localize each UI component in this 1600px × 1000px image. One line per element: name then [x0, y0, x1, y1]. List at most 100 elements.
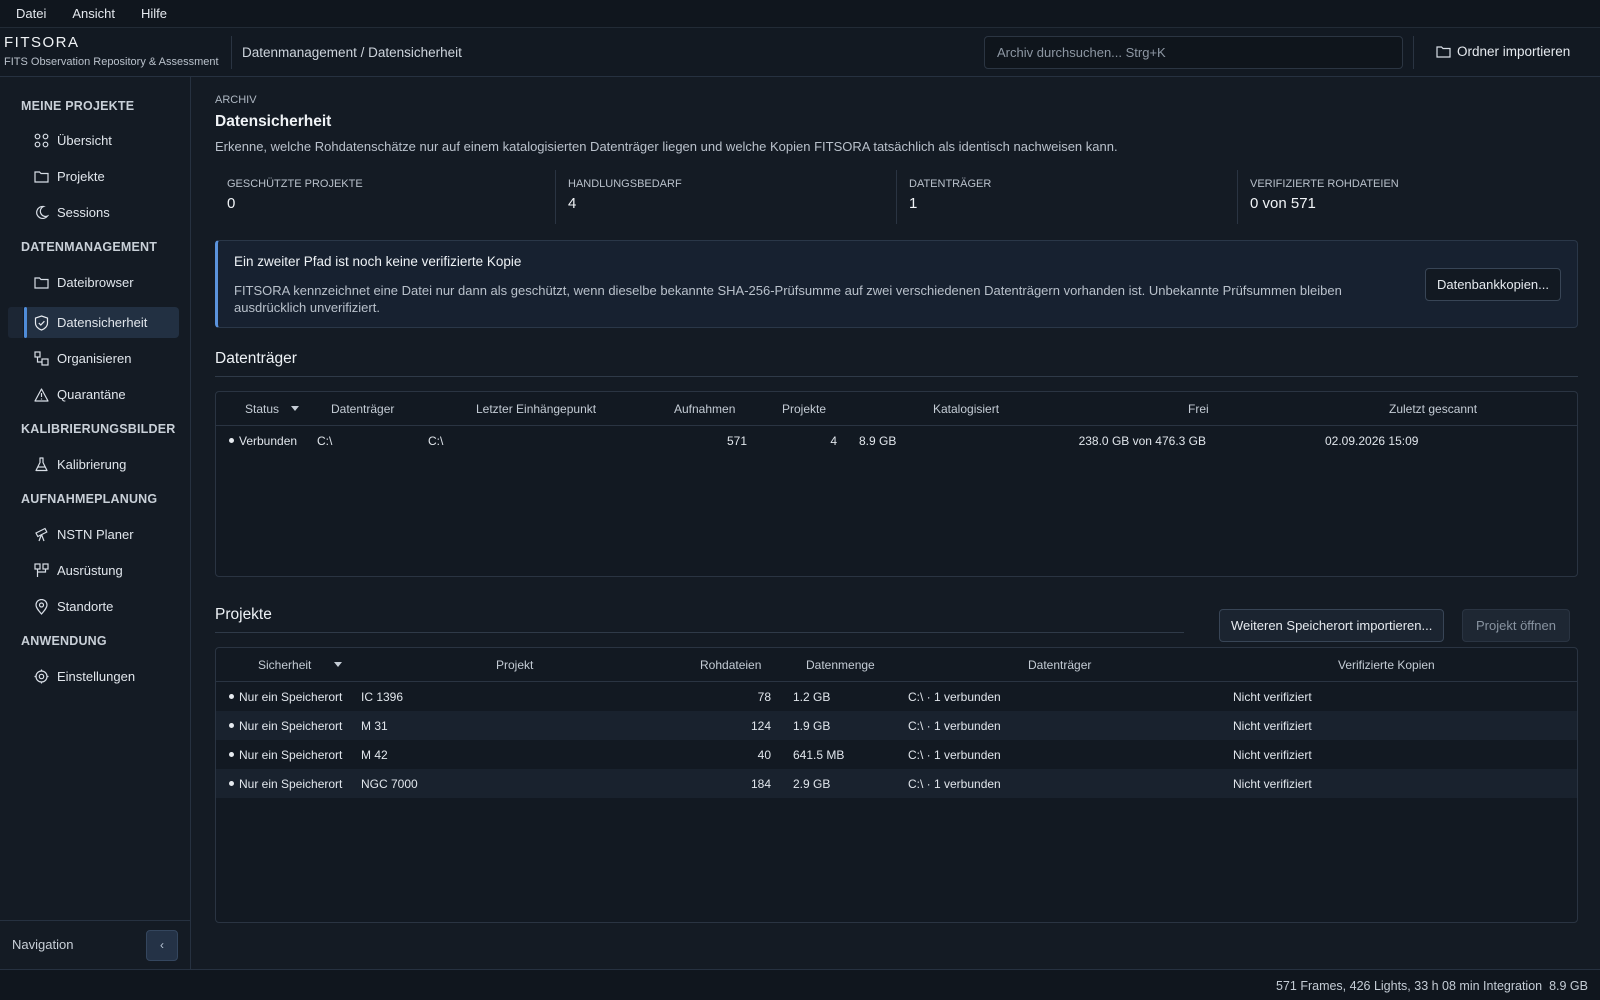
- col-verified-copies[interactable]: Verifizierte Kopien: [1338, 658, 1435, 672]
- section-divider: [215, 376, 1578, 377]
- database-copies-button[interactable]: Datenbankkopien...: [1424, 268, 1561, 301]
- col-captures[interactable]: Aufnahmen: [674, 402, 735, 416]
- warning-icon: [34, 387, 49, 402]
- col-mount[interactable]: Letzter Einhängepunkt: [476, 402, 596, 416]
- status-dot-icon: [229, 694, 234, 699]
- table-row[interactable]: Nur ein Speicherort IC 1396 78 1.2 GB C:…: [216, 682, 1577, 711]
- col-volume[interactable]: Datenträger: [331, 402, 394, 416]
- projects-table-header: Sicherheit Projekt Rohdateien Datenmenge…: [216, 648, 1577, 682]
- equipment-icon: [34, 563, 49, 577]
- folder-icon: [34, 171, 49, 183]
- header-divider: [1413, 36, 1414, 69]
- stat-label: Geschützte Projekte: [227, 178, 363, 190]
- sidebar-item-nstn-planer[interactable]: NSTN Planer: [24, 519, 179, 550]
- cell-verified: Nicht verifiziert: [1233, 690, 1312, 704]
- notice-text: FITSORA kennzeichnet eine Datei nur dann…: [234, 283, 1342, 315]
- active-indicator-bg: [8, 307, 23, 338]
- cell-volumes: C:\ · 1 verbunden: [908, 719, 1001, 733]
- sidebar-item-quarantaene[interactable]: Quarantäne: [24, 379, 179, 410]
- cell-project: M 31: [361, 719, 388, 733]
- cell-volumes: C:\ · 1 verbunden: [908, 748, 1001, 762]
- table-row[interactable]: Nur ein Speicherort M 31 124 1.9 GB C:\ …: [216, 711, 1577, 740]
- collapse-sidebar-button[interactable]: ‹: [146, 930, 178, 961]
- sidebar-item-standorte[interactable]: Standorte: [24, 591, 179, 622]
- stat-protected-projects: Geschützte Projekte 0: [215, 170, 555, 224]
- cell-data-size: 1.9 GB: [793, 719, 831, 733]
- import-location-button[interactable]: Weiteren Speicherort importieren...: [1219, 609, 1445, 642]
- col-volumes[interactable]: Datenträger: [1028, 658, 1091, 672]
- sidebar-item-dateibrowser[interactable]: Dateibrowser: [24, 267, 179, 298]
- brand: FITSORA FITS Observation Repository & As…: [4, 34, 219, 68]
- main-content: ARCHIV Datensicherheit Erkenne, welche R…: [191, 77, 1600, 969]
- sort-desc-icon: [291, 406, 299, 411]
- moon-icon: [36, 205, 49, 220]
- col-safety[interactable]: Sicherheit: [258, 658, 311, 672]
- stat-verified-files: Verifizierte Rohdateien 0 von 571: [1237, 170, 1578, 224]
- notice-title: Ein zweiter Pfad ist noch keine verifizi…: [234, 254, 522, 269]
- sidebar-section-projects: MEINE PROJEKTE: [21, 99, 135, 113]
- brand-subtitle: FITS Observation Repository & Assessment: [4, 56, 219, 68]
- cell-projects: 4: [830, 434, 837, 448]
- stat-action-needed: Handlungsbedarf 4: [555, 170, 896, 224]
- folder-icon: [1436, 46, 1451, 58]
- sidebar-item-label: Quarantäne: [57, 387, 126, 402]
- sidebar-item-datensicherheit[interactable]: Datensicherheit: [24, 307, 179, 338]
- col-cataloged[interactable]: Katalogisiert: [933, 402, 999, 416]
- table-row[interactable]: Verbunden C:\ C:\ 571 4 8.9 GB 238.0 GB …: [216, 426, 1577, 455]
- telescope-icon: [35, 527, 48, 542]
- sidebar-item-einstellungen[interactable]: Einstellungen: [24, 661, 179, 692]
- cell-safety: Nur ein Speicherort: [239, 777, 343, 791]
- status-dot-icon: [229, 723, 234, 728]
- search-input[interactable]: Archiv durchsuchen... Strg+K: [984, 36, 1403, 69]
- sidebar-item-organisieren[interactable]: Organisieren: [24, 343, 179, 374]
- menubar: Datei Ansicht Hilfe: [0, 0, 1600, 28]
- import-folder-button[interactable]: Ordner importieren: [1436, 44, 1570, 59]
- folder-icon: [34, 277, 49, 289]
- sidebar-item-label: Ausrüstung: [57, 563, 123, 578]
- menu-ansicht[interactable]: Ansicht: [72, 6, 115, 21]
- volumes-table: Status Datenträger Letzter Einhängepunkt…: [215, 391, 1578, 577]
- status-dot-icon: [229, 781, 234, 786]
- sidebar-item-projekte[interactable]: Projekte: [24, 161, 179, 192]
- col-data-size[interactable]: Datenmenge: [806, 658, 875, 672]
- cell-data-size: 1.2 GB: [793, 690, 831, 704]
- open-project-button[interactable]: Projekt öffnen: [1462, 609, 1570, 642]
- status-size: 8.9 GB: [1549, 979, 1588, 993]
- verification-notice: Ein zweiter Pfad ist noch keine verifizi…: [215, 240, 1578, 328]
- stat-label: Handlungsbedarf: [568, 178, 682, 190]
- status-dot-icon: [229, 438, 234, 443]
- menu-datei[interactable]: Datei: [16, 6, 46, 21]
- table-row[interactable]: Nur ein Speicherort M 42 40 641.5 MB C:\…: [216, 740, 1577, 769]
- col-projects[interactable]: Projekte: [782, 402, 826, 416]
- status-dot-icon: [229, 752, 234, 757]
- stat-value: 4: [568, 195, 577, 212]
- col-project[interactable]: Projekt: [496, 658, 533, 672]
- stats-row: Geschützte Projekte 0 Handlungsbedarf 4 …: [215, 170, 1578, 224]
- sidebar-item-ausruestung[interactable]: Ausrüstung: [24, 555, 179, 586]
- menu-hilfe[interactable]: Hilfe: [141, 6, 167, 21]
- sidebar-section-datenmanagement: DATENMANAGEMENT: [21, 240, 158, 254]
- volumes-section-title: Datenträger: [215, 350, 297, 367]
- cell-volumes: C:\ · 1 verbunden: [908, 690, 1001, 704]
- cell-data-size: 641.5 MB: [793, 748, 845, 762]
- map-pin-icon: [35, 598, 48, 615]
- stat-value: 0: [227, 195, 236, 212]
- sidebar-item-sessions[interactable]: Sessions: [24, 197, 179, 228]
- sidebar-footer: Navigation ‹: [0, 920, 190, 969]
- cell-project: IC 1396: [361, 690, 404, 704]
- table-row[interactable]: Nur ein Speicherort NGC 7000 184 2.9 GB …: [216, 769, 1577, 798]
- col-raw-files[interactable]: Rohdateien: [700, 658, 761, 672]
- col-last-scanned[interactable]: Zuletzt gescannt: [1389, 402, 1477, 416]
- cell-data-size: 2.9 GB: [793, 777, 831, 791]
- cell-mount: C:\: [428, 434, 444, 448]
- sidebar-item-kalibrierung[interactable]: Kalibrierung: [24, 449, 179, 480]
- col-status[interactable]: Status: [245, 402, 279, 416]
- cell-last-scanned: 02.09.2026 15:09: [1325, 434, 1419, 448]
- sidebar-item-label: Sessions: [57, 205, 110, 220]
- cell-safety: Nur ein Speicherort: [239, 690, 343, 704]
- stat-volumes: Datenträger 1: [896, 170, 1237, 224]
- sidebar-item-uebersicht[interactable]: Übersicht: [24, 125, 179, 156]
- flask-icon: [35, 457, 48, 472]
- col-free[interactable]: Frei: [1188, 402, 1209, 416]
- sidebar-item-label: Kalibrierung: [57, 457, 127, 472]
